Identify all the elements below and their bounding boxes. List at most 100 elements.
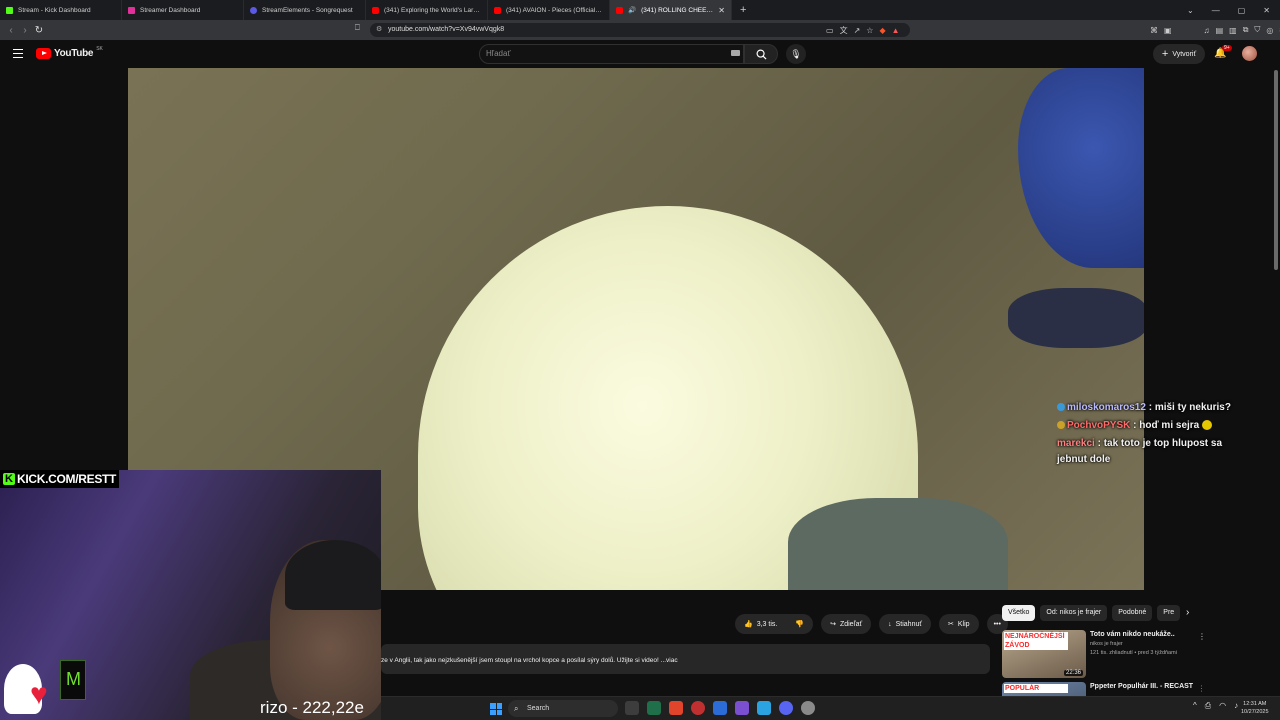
- extensions-bar: ⌘ ▣ ♫ ▤ ▥ ⧉ ⛉ ◎ ≡: [1150, 20, 1280, 40]
- video-boot: [1008, 288, 1144, 348]
- clock-date: 10/27/2025: [1241, 709, 1269, 715]
- extension-icon[interactable]: ▣: [1164, 26, 1172, 35]
- emote-icon: [1202, 420, 1213, 431]
- music-icon[interactable]: ♫: [1204, 26, 1210, 35]
- windows-start-icon[interactable]: [490, 703, 502, 715]
- tab-kick-dashboard[interactable]: Stream - Kick Dashboard: [0, 0, 122, 20]
- url-text: youtube.com/watch?v=Xv94vwVqgk8: [388, 26, 505, 33]
- youtube-favicon-icon: [372, 6, 379, 14]
- volume-icon[interactable]: ♪: [1234, 701, 1238, 711]
- brave-icon[interactable]: [669, 701, 683, 715]
- sidebar-icon[interactable]: ▥: [1229, 26, 1237, 35]
- cast-icon[interactable]: ▭: [826, 26, 834, 35]
- search-button[interactable]: [744, 44, 778, 64]
- chip-for-you[interactable]: Pre: [1157, 605, 1181, 621]
- window-icon[interactable]: ⧉: [1243, 25, 1249, 35]
- steam-icon[interactable]: [757, 701, 771, 715]
- app-icon[interactable]: [735, 701, 749, 715]
- brave-shield-icon[interactable]: ◆: [879, 26, 885, 35]
- avatar[interactable]: [1242, 46, 1257, 61]
- wifi-icon[interactable]: ◠: [1219, 701, 1226, 711]
- list-item[interactable]: NEJNÁROČNĚJŠÍ ZÁVOD 22:36 Toto vám nikdo…: [1002, 630, 1206, 678]
- notifications-badge: 9+: [1222, 45, 1232, 51]
- hamburger-menu-icon[interactable]: [13, 49, 23, 58]
- app-icon[interactable]: [713, 701, 727, 715]
- clock[interactable]: 12:31 AM 10/27/2025: [1241, 700, 1269, 716]
- kick-logo-icon: K: [3, 473, 15, 485]
- discord-icon[interactable]: [779, 701, 793, 715]
- video-title[interactable]: Toto vám nikdo neukáže..: [1090, 630, 1194, 640]
- wallet-icon[interactable]: ◎: [1266, 26, 1273, 35]
- close-window-icon[interactable]: ✕: [1263, 6, 1270, 15]
- youtube-header: YouTube SK Hľadať 🎙 + Vytvoriť 🔔 9+: [0, 40, 1280, 68]
- kick-banner: K KICK.COM/RESTT: [0, 470, 120, 488]
- video-description[interactable]: ze v Anglii, tak jako nejzkušenější jsem…: [381, 644, 990, 674]
- tab-youtube-exploring[interactable]: (341) Exploring the World's Largest S: [366, 0, 488, 20]
- chat-username: PochvoPYSK: [1067, 420, 1131, 431]
- tab-youtube-avaion[interactable]: (341) AVAION - Pieces (Official Video: [488, 0, 610, 20]
- download-button[interactable]: ↓ Stiahnuť: [879, 614, 931, 634]
- media-icon[interactable]: ▤: [1216, 26, 1224, 35]
- translate-icon[interactable]: 文: [840, 25, 848, 36]
- scrollbar-thumb[interactable]: [1274, 70, 1278, 270]
- video-thumbnail[interactable]: NEJNÁROČNĚJŠÍ ZÁVOD 22:36: [1002, 630, 1086, 678]
- list-item[interactable]: POPULÁR Pppeter Populhár III. - RECAST ⋮: [1002, 682, 1202, 696]
- share-button[interactable]: ↪ Zdieľať: [821, 614, 872, 634]
- clip-button[interactable]: ✂ Klip: [939, 614, 979, 634]
- keyboard-icon[interactable]: [731, 50, 740, 56]
- minimize-icon[interactable]: —: [1212, 6, 1220, 15]
- tab-streamelements[interactable]: StreamElements - Songrequest: [244, 0, 366, 20]
- vpn-icon[interactable]: ⛉: [1254, 25, 1260, 35]
- forward-icon[interactable]: ›: [18, 25, 32, 36]
- region-code: SK: [96, 45, 103, 52]
- bookmark-icon[interactable]: ⎕: [355, 23, 360, 33]
- task-view-icon[interactable]: [625, 701, 639, 715]
- reload-icon[interactable]: ↻: [32, 25, 46, 36]
- tab-search-icon[interactable]: ⌄: [1187, 6, 1194, 15]
- taskbar: ⌕ Search ^ ⎙ ◠ ♪ 12:31 AM 10/27/2025: [381, 696, 1280, 720]
- chat-username: miloskomaros12: [1067, 402, 1146, 413]
- system-tray: ^ ⎙ ◠ ♪: [1193, 701, 1238, 711]
- share-page-icon[interactable]: ↗: [854, 26, 861, 35]
- tab-title: (341) Exploring the World's Largest S: [384, 6, 481, 14]
- channel-name[interactable]: nikos je frajer: [1090, 640, 1194, 649]
- chip-related[interactable]: Podobné: [1112, 605, 1153, 621]
- share-label: Zdieľať: [839, 620, 863, 628]
- like-button[interactable]: 👍 3,3 tis. 👎: [735, 614, 814, 634]
- taskbar-search-input[interactable]: ⌕ Search: [508, 700, 618, 717]
- close-tab-icon[interactable]: ✕: [718, 6, 725, 15]
- video-duration: 22:36: [1063, 670, 1083, 676]
- back-icon[interactable]: ‹: [4, 25, 18, 36]
- tab-youtube-rolling-cheese[interactable]: 🔊 (341) ROLLING CHEESE - pos ✕: [610, 0, 732, 20]
- more-vert-icon[interactable]: ⋮: [1198, 632, 1206, 641]
- video-thumbnail[interactable]: POPULÁR: [1002, 682, 1086, 696]
- site-info-icon[interactable]: ⚙: [376, 23, 382, 37]
- extension-icon[interactable]: ⌘: [1150, 26, 1158, 35]
- scrollbar[interactable]: [1272, 68, 1280, 696]
- video-title[interactable]: Pppeter Populhár III. - RECAST: [1090, 682, 1194, 692]
- new-tab-button[interactable]: +: [740, 4, 746, 16]
- voice-search-button[interactable]: 🎙: [786, 44, 806, 64]
- chip-from-channel[interactable]: Od: nikos je frajer: [1040, 605, 1108, 621]
- app-icon[interactable]: [691, 701, 705, 715]
- maximize-icon[interactable]: ▢: [1238, 6, 1246, 15]
- kick-url: KICK.COM/RESTT: [16, 472, 117, 486]
- thumbs-down-icon[interactable]: 👎: [795, 620, 804, 628]
- chat-badge-icon: [1057, 421, 1065, 430]
- star-icon[interactable]: ☆: [866, 26, 873, 35]
- youtube-logo[interactable]: YouTube SK: [36, 45, 103, 59]
- download-icon: ↓: [888, 620, 892, 628]
- create-button[interactable]: + Vytvoriť: [1153, 44, 1205, 64]
- chevron-right-icon[interactable]: ›: [1186, 607, 1189, 618]
- tab-streamer-dashboard[interactable]: Streamer Dashboard: [122, 0, 244, 20]
- chip-all[interactable]: Všetko: [1002, 605, 1036, 621]
- terminal-icon[interactable]: [647, 701, 661, 715]
- search-input[interactable]: Hľadať: [479, 44, 744, 64]
- settings-gear-icon[interactable]: [801, 701, 815, 715]
- chevron-up-icon[interactable]: ^: [1193, 701, 1197, 711]
- rewards-icon[interactable]: ▲: [892, 26, 900, 35]
- app-tray-icon[interactable]: ⎙: [1205, 701, 1211, 711]
- monster-can: M: [60, 660, 86, 700]
- streamer-favicon-icon: [128, 6, 135, 14]
- more-vert-icon[interactable]: ⋮: [1198, 684, 1202, 693]
